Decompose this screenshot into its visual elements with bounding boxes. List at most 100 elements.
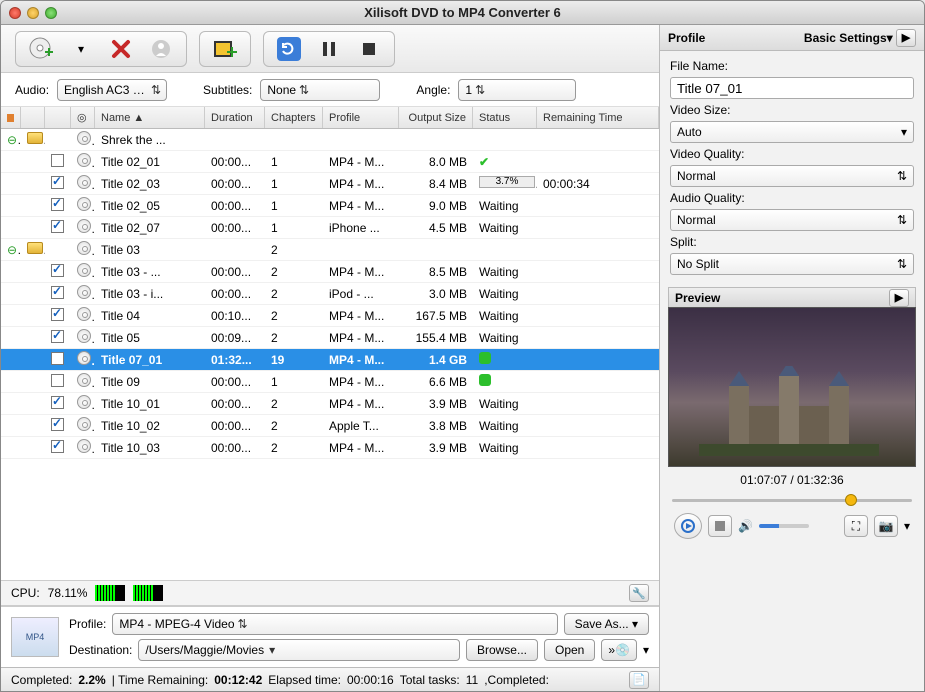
table-row[interactable]: Title 0900:00...1MP4 - M...6.6 MB bbox=[1, 371, 659, 393]
convert-button[interactable] bbox=[272, 35, 306, 63]
preview-header: Preview bbox=[675, 291, 720, 305]
disc-icon bbox=[77, 285, 91, 299]
table-row[interactable]: Title 07_0101:32...19MP4 - M...1.4 GB bbox=[1, 349, 659, 371]
table-row[interactable]: Title 02_0100:00...1MP4 - M...8.0 MB✔ bbox=[1, 151, 659, 173]
col-chapters[interactable]: Chapters bbox=[265, 107, 323, 128]
destination-select[interactable]: /Users/Maggie/Movies▾ bbox=[138, 639, 460, 661]
disc-icon bbox=[77, 307, 91, 321]
cpu-value: 78.11% bbox=[48, 586, 88, 600]
audio-select[interactable]: English AC3 6cl⇅ bbox=[57, 79, 167, 101]
profile-label: Profile: bbox=[69, 617, 106, 631]
checkbox[interactable] bbox=[51, 396, 64, 409]
titlebar: Xilisoft DVD to MP4 Converter 6 bbox=[1, 1, 924, 25]
expand-icon[interactable]: ▶ bbox=[896, 29, 916, 47]
checkbox[interactable] bbox=[51, 264, 64, 277]
disc-icon bbox=[77, 131, 91, 145]
delete-button[interactable] bbox=[104, 35, 138, 63]
col-size[interactable]: Output Size bbox=[399, 107, 473, 128]
table-row[interactable]: Title 03 - ...00:00...2MP4 - M...8.5 MBW… bbox=[1, 261, 659, 283]
table-row[interactable]: Title 10_0200:00...2Apple T...3.8 MBWait… bbox=[1, 415, 659, 437]
dropdown-icon[interactable]: ▾ bbox=[904, 519, 910, 533]
disc-icon bbox=[77, 351, 91, 365]
preview-image bbox=[668, 307, 916, 467]
main-toolbar: ▾ bbox=[1, 25, 659, 73]
subtitles-select[interactable]: None⇅ bbox=[260, 79, 380, 101]
cpu-graph-icon bbox=[95, 585, 125, 601]
videosize-label: Video Size: bbox=[670, 103, 914, 117]
split-select[interactable]: No Split⇅ bbox=[670, 253, 914, 275]
play-button[interactable] bbox=[674, 513, 702, 539]
disc-icon bbox=[77, 439, 91, 453]
preview-expand-icon[interactable]: ▶ bbox=[889, 289, 909, 307]
checkbox[interactable] bbox=[51, 308, 64, 321]
disc-icon bbox=[77, 395, 91, 409]
audioquality-select[interactable]: Normal⇅ bbox=[670, 209, 914, 231]
angle-select[interactable]: 1⇅ bbox=[458, 79, 576, 101]
destination-label: Destination: bbox=[69, 643, 132, 657]
disc-icon bbox=[77, 197, 91, 211]
table-row[interactable]: Title 0400:10...2MP4 - M...167.5 MBWaiti… bbox=[1, 305, 659, 327]
audio-label: Audio: bbox=[15, 83, 49, 97]
angle-label: Angle: bbox=[416, 83, 450, 97]
snapshot-button[interactable]: 📷 bbox=[874, 515, 898, 537]
stop-button[interactable] bbox=[352, 35, 386, 63]
checkbox[interactable] bbox=[51, 374, 64, 387]
save-as-button[interactable]: Save As... ▾ bbox=[564, 613, 649, 635]
profile-panel-header: Profile bbox=[668, 31, 705, 45]
clip-button[interactable] bbox=[208, 35, 242, 63]
checkbox[interactable] bbox=[51, 176, 64, 189]
col-remaining[interactable]: Remaining Time bbox=[537, 107, 659, 128]
checkbox[interactable] bbox=[51, 330, 64, 343]
preview-slider[interactable] bbox=[672, 493, 912, 507]
filename-label: File Name: bbox=[670, 59, 914, 73]
pause-button[interactable] bbox=[312, 35, 346, 63]
table-row[interactable]: Title 02_0500:00...1MP4 - M...9.0 MBWait… bbox=[1, 195, 659, 217]
videoquality-label: Video Quality: bbox=[670, 147, 914, 161]
volume-icon[interactable]: 🔊 bbox=[738, 519, 753, 533]
disc-icon bbox=[77, 175, 91, 189]
settings-button[interactable]: 🔧 bbox=[629, 584, 649, 602]
col-profile[interactable]: Profile bbox=[323, 107, 399, 128]
cpu-label: CPU: bbox=[11, 586, 40, 600]
add-disc-button[interactable] bbox=[24, 35, 58, 63]
checkbox[interactable] bbox=[51, 352, 64, 365]
table-row[interactable]: Title 10_0300:00...2MP4 - M...3.9 MBWait… bbox=[1, 437, 659, 459]
profile-select[interactable]: MP4 - MPEG-4 Video⇅ bbox=[112, 613, 557, 635]
subtitles-label: Subtitles: bbox=[203, 83, 252, 97]
col-status[interactable]: Status bbox=[473, 107, 537, 128]
checkbox[interactable] bbox=[51, 154, 64, 167]
basic-settings-dropdown[interactable]: Basic Settings▾ bbox=[804, 31, 893, 45]
disc-icon bbox=[77, 219, 91, 233]
filename-input[interactable] bbox=[670, 77, 914, 99]
table-row[interactable]: ⊖Shrek the ... bbox=[1, 129, 659, 151]
checkbox[interactable] bbox=[51, 418, 64, 431]
table-row[interactable]: Title 10_0100:00...2MP4 - M...3.9 MBWait… bbox=[1, 393, 659, 415]
checkbox[interactable] bbox=[51, 440, 64, 453]
videoquality-select[interactable]: Normal⇅ bbox=[670, 165, 914, 187]
fullscreen-button[interactable]: ⛶ bbox=[844, 515, 868, 537]
table-row[interactable]: Title 03 - i...00:00...2iPod - ...3.0 MB… bbox=[1, 283, 659, 305]
table-row[interactable]: ⊖Title 032 bbox=[1, 239, 659, 261]
checkbox[interactable] bbox=[51, 286, 64, 299]
info-button[interactable] bbox=[144, 35, 178, 63]
browse-button[interactable]: Browse... bbox=[466, 639, 538, 661]
col-duration[interactable]: Duration bbox=[205, 107, 265, 128]
dropdown-icon[interactable]: ▾ bbox=[64, 35, 98, 63]
table-row[interactable]: Title 02_0700:00...1iPhone ...4.5 MBWait… bbox=[1, 217, 659, 239]
checkbox[interactable] bbox=[51, 198, 64, 211]
open-button[interactable]: Open bbox=[544, 639, 595, 661]
col-name[interactable]: Name ▲ bbox=[95, 107, 205, 128]
stop-preview-button[interactable] bbox=[708, 515, 732, 537]
export-button[interactable]: »💿 bbox=[601, 639, 637, 661]
split-label: Split: bbox=[670, 235, 914, 249]
volume-slider[interactable] bbox=[759, 524, 809, 528]
videosize-select[interactable]: Auto▾ bbox=[670, 121, 914, 143]
status-bar: Completed: 2.2% | Time Remaining: 00:12:… bbox=[1, 667, 659, 691]
dropdown-icon[interactable]: ▾ bbox=[643, 643, 649, 657]
checkbox[interactable] bbox=[51, 220, 64, 233]
profile-thumb-icon: MP4 bbox=[11, 617, 59, 657]
log-button[interactable]: 📄 bbox=[629, 671, 649, 689]
table-row[interactable]: Title 02_0300:00...1MP4 - M...8.4 MB3.7%… bbox=[1, 173, 659, 195]
table-row[interactable]: Title 0500:09...2MP4 - M...155.4 MBWaiti… bbox=[1, 327, 659, 349]
disc-icon bbox=[77, 417, 91, 431]
